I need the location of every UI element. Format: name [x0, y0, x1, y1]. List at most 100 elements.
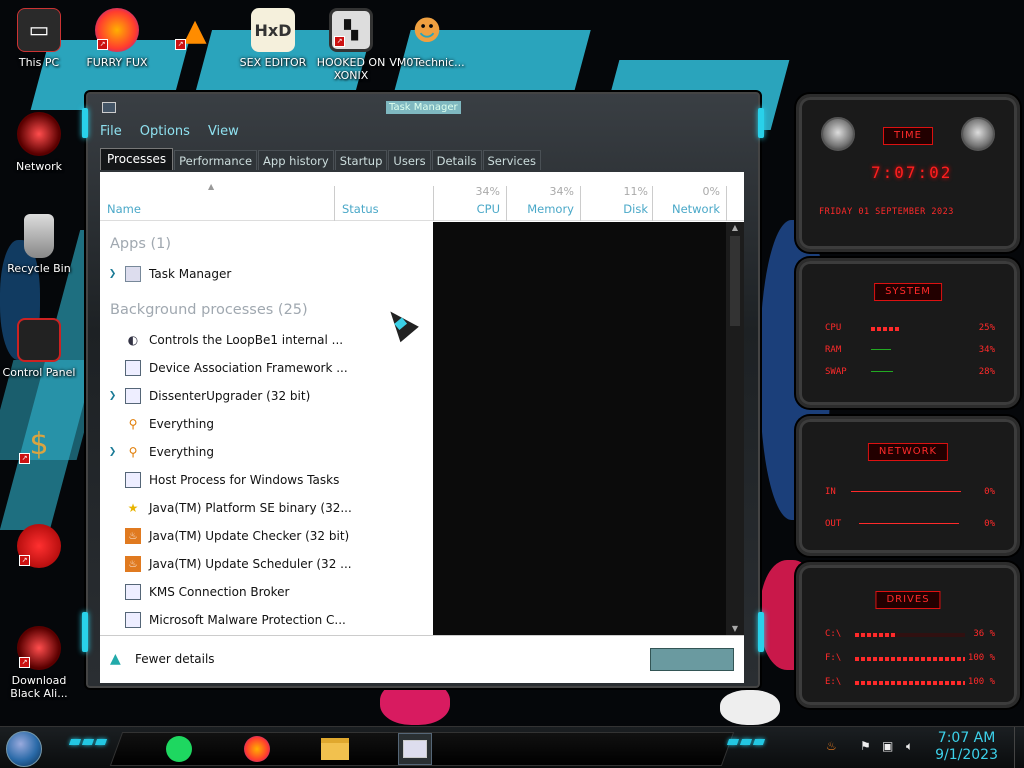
tab-services[interactable]: Services	[482, 150, 541, 170]
process-row[interactable]: Microsoft Malware Protection C...	[100, 606, 433, 634]
task-manager-app-icon[interactable]	[102, 102, 116, 113]
shortcut-arrow-icon: ↗	[175, 39, 186, 50]
column-disk[interactable]: Disk	[584, 202, 648, 216]
desktop-icon-vm0technic[interactable]: ☻ VM0Technic...	[388, 8, 466, 69]
process-row[interactable]: ❯ ⚲ Everything	[100, 438, 433, 466]
taskbar-firefox-icon[interactable]	[240, 733, 274, 765]
desktop-icon-this-pc[interactable]: ▭ This PC	[0, 8, 78, 69]
gadget-time[interactable]: TIME 7:07:02 FRIDAY 01 SEPTEMBER 2023	[796, 94, 1020, 252]
column-name[interactable]: Name	[107, 202, 141, 216]
money-bag-icon: $ ↗	[17, 422, 61, 466]
column-cpu[interactable]: CPU	[440, 202, 500, 216]
taskbar: ♨ ⚑ ▣ 🔈︎ 7:07 AM 9/1/2023	[0, 726, 1024, 768]
loopbe-icon: ◐	[127, 333, 139, 347]
group-header-background: Background processes (25)	[110, 302, 308, 318]
system-swap-bar	[871, 371, 893, 372]
window-app-icon	[125, 584, 141, 600]
desktop-icon-hooked-on-xonix[interactable]: ▚ ↗ HOOKED ON XONIX	[312, 8, 390, 82]
process-row[interactable]: ◐ Controls the LoopBe1 internal ...	[100, 326, 433, 354]
taskbar-file-explorer-icon[interactable]	[318, 733, 352, 765]
desktop-icon-money[interactable]: $ ↗	[0, 422, 78, 470]
tab-users[interactable]: Users	[388, 150, 431, 170]
process-row[interactable]: ❯ Task Manager	[100, 260, 433, 288]
gadget-time-title: TIME	[882, 127, 934, 145]
desktop-icon-recycle-bin[interactable]: Recycle Bin	[0, 214, 78, 275]
taskbar-task-manager-icon[interactable]	[398, 733, 432, 765]
show-desktop-button[interactable]	[1014, 727, 1024, 768]
end-task-button[interactable]	[650, 648, 734, 671]
process-row[interactable]: ★ Java(TM) Platform SE binary (32...	[100, 494, 433, 522]
desktop-icon-control-panel[interactable]: Control Panel	[0, 318, 78, 379]
alien-head-icon	[821, 117, 855, 151]
drive-f-value: 100 %	[967, 653, 995, 663]
menu-options[interactable]: Options	[140, 124, 190, 139]
vertical-scrollbar[interactable]: ▲ ▼	[726, 222, 744, 635]
system-swap-value: 28%	[978, 367, 995, 377]
drive-c-bar	[855, 633, 895, 637]
desktop-icon-vlc[interactable]: ▲ ↗	[156, 8, 234, 56]
system-cpu-value: 25%	[978, 323, 995, 333]
process-row[interactable]: ⚲ Everything	[100, 410, 433, 438]
system-ram-bar	[871, 349, 891, 350]
tab-processes[interactable]: Processes	[100, 148, 174, 170]
collapse-up-arrow-icon[interactable]: ▲	[110, 651, 126, 667]
process-row[interactable]: Host Process for Windows Tasks	[100, 466, 433, 494]
taskbar-clock[interactable]: 7:07 AM 9/1/2023	[935, 730, 998, 764]
column-network[interactable]: Network	[656, 202, 720, 216]
taskbar-spotify-icon[interactable]	[162, 733, 196, 765]
process-row[interactable]: ❯ DissenterUpgrader (32 bit)	[100, 382, 433, 410]
menu-view[interactable]: View	[208, 124, 239, 139]
expand-chevron-icon[interactable]: ❯	[100, 391, 125, 401]
shortcut-arrow-icon: ↗	[19, 453, 30, 464]
desktop-icon-download-black-alien[interactable]: ↗ Download Black Ali...	[0, 626, 78, 700]
desktop-icon-network[interactable]: Network	[0, 112, 78, 173]
desktop-icon-red-creature[interactable]: ↗	[0, 524, 78, 572]
frame-glow-right-bottom	[758, 612, 764, 652]
processes-panel: ▲ Name Status 34% CPU 34% Memory 11% Dis…	[100, 172, 744, 635]
desktop-icon-furry-fux[interactable]: ↗ FURRY FUX	[78, 8, 156, 69]
menu-file[interactable]: File	[100, 124, 122, 139]
column-header-row: ▲ Name Status 34% CPU 34% Memory 11% Dis…	[100, 172, 744, 221]
tray-network-icon[interactable]: ▣	[882, 739, 893, 753]
tray-flag-icon[interactable]: ⚑	[860, 739, 871, 753]
tab-performance[interactable]: Performance	[174, 150, 258, 170]
xonix-icon: ▚ ↗	[329, 8, 373, 52]
hxd-icon: HxD	[251, 8, 295, 52]
drive-e-bar	[855, 681, 965, 685]
start-button[interactable]	[6, 731, 42, 767]
process-row[interactable]: Device Association Framework ...	[100, 354, 433, 382]
gadget-system[interactable]: SYSTEM CPU 25% RAM 34% SWAP 28%	[796, 258, 1020, 408]
tab-bar: Processes Performance App history Startu…	[100, 148, 542, 170]
process-row[interactable]: ♨ Java(TM) Update Scheduler (32 ...	[100, 550, 433, 578]
expand-chevron-icon[interactable]: ❯	[100, 447, 125, 457]
scroll-down-icon[interactable]: ▼	[726, 623, 744, 635]
task-manager-window[interactable]: Task Manager File Options View Processes…	[82, 90, 764, 690]
tray-java-icon[interactable]: ♨	[826, 739, 837, 753]
desktop-icon-sex-editor[interactable]: HxD SEX EDITOR	[234, 8, 312, 69]
fewer-details-link[interactable]: Fewer details	[135, 652, 215, 666]
sort-up-icon: ▲	[208, 182, 215, 191]
network-out-value: 0%	[984, 519, 995, 529]
system-ram-label: RAM	[825, 345, 842, 355]
column-status[interactable]: Status	[342, 202, 379, 216]
process-row[interactable]: ♨ Java(TM) Update Checker (32 bit)	[100, 522, 433, 550]
column-memory[interactable]: Memory	[510, 202, 574, 216]
gadget-drives[interactable]: DRIVES C:\ 36 % F:\ 100 % E:\ 100 %	[796, 562, 1020, 708]
tab-details[interactable]: Details	[431, 150, 482, 170]
window-app-icon	[125, 612, 141, 628]
gadget-drives-title: DRIVES	[875, 591, 941, 609]
window-app-icon	[125, 388, 141, 404]
scroll-up-icon[interactable]: ▲	[726, 222, 744, 234]
expand-chevron-icon[interactable]: ❯	[100, 269, 125, 279]
java-icon: ♨	[125, 556, 141, 572]
tab-app-history[interactable]: App history	[258, 150, 334, 170]
scrollbar-thumb[interactable]	[730, 236, 740, 326]
shortcut-arrow-icon: ↗	[97, 39, 108, 50]
clock-date: 9/1/2023	[935, 747, 998, 763]
drive-f-bar	[855, 657, 965, 661]
gadget-network[interactable]: NETWORK IN 0% OUT 0%	[796, 416, 1020, 556]
tab-startup[interactable]: Startup	[334, 150, 388, 170]
java-star-icon: ★	[127, 501, 139, 515]
process-row[interactable]: KMS Connection Broker	[100, 578, 433, 606]
tray-volume-icon[interactable]: 🔈︎	[906, 739, 913, 754]
